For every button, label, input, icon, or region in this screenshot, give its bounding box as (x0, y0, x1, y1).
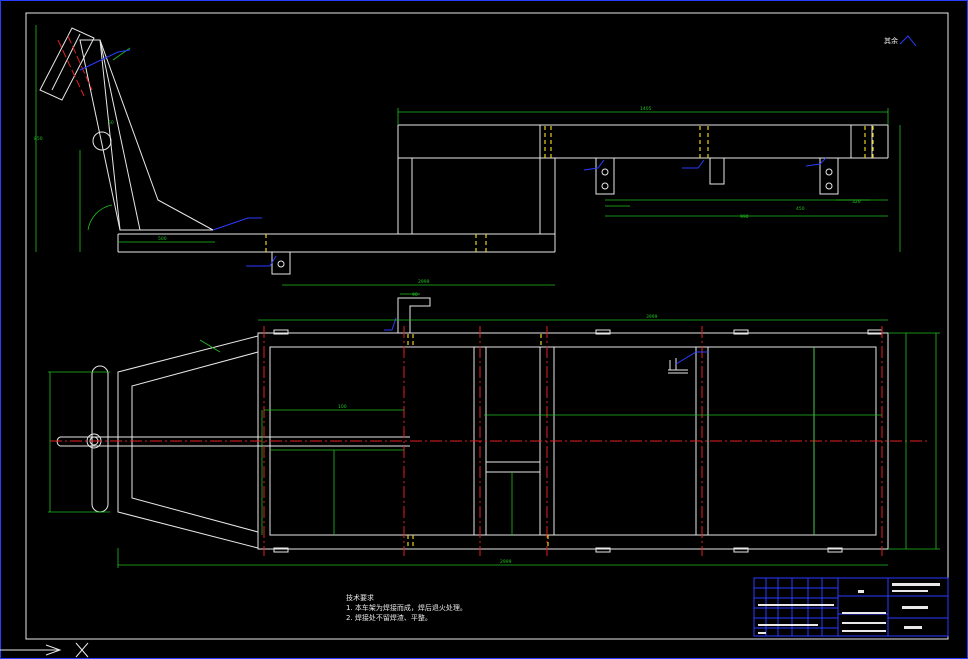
dim-side-height: 850 (34, 136, 43, 142)
dim-plan-overall: 3999 (646, 314, 658, 320)
dim-top-overall: 1405 (640, 106, 652, 112)
plan-centerlines (50, 326, 930, 556)
ucs-icon (0, 642, 89, 658)
dim-right-3: 320 (852, 199, 861, 205)
tech-item-1: 1. 本车架为焊接而成，焊后退火处理。 (346, 604, 467, 612)
dim-plan-bottom: 2999 (500, 559, 512, 565)
dim-pin-1: 90 (412, 292, 418, 298)
plan-view (56, 297, 889, 553)
surface-finish-note: 其余 (884, 37, 898, 45)
dim-pin-3: 50 (108, 120, 114, 126)
side-dimensions (35, 25, 901, 286)
dim-right-2: 990 (740, 214, 749, 220)
dim-side-width: 500 (158, 236, 167, 242)
outer-border (0, 0, 968, 659)
dim-side-bottom: 2999 (418, 279, 430, 285)
dim-pin-2: 100 (338, 404, 347, 410)
tech-heading: 技术要求 (346, 594, 374, 602)
surface-symbols (79, 35, 917, 331)
technical-requirements: 技术要求 1. 本车架为焊接而成，焊后退火处理。 2. 焊接处不留焊渣、平整。 (346, 593, 467, 623)
plan-dimensions (48, 293, 940, 568)
cad-drawing: 1405 3999 2999 2999 850 500 90 100 50 450 990 320 (0, 0, 968, 659)
dim-right-1: 450 (796, 206, 805, 212)
side-view (39, 27, 889, 275)
weld-marks (265, 126, 874, 252)
drawing-frame (25, 12, 949, 640)
tech-item-2: 2. 焊接处不留焊渣、平整。 (346, 614, 432, 622)
